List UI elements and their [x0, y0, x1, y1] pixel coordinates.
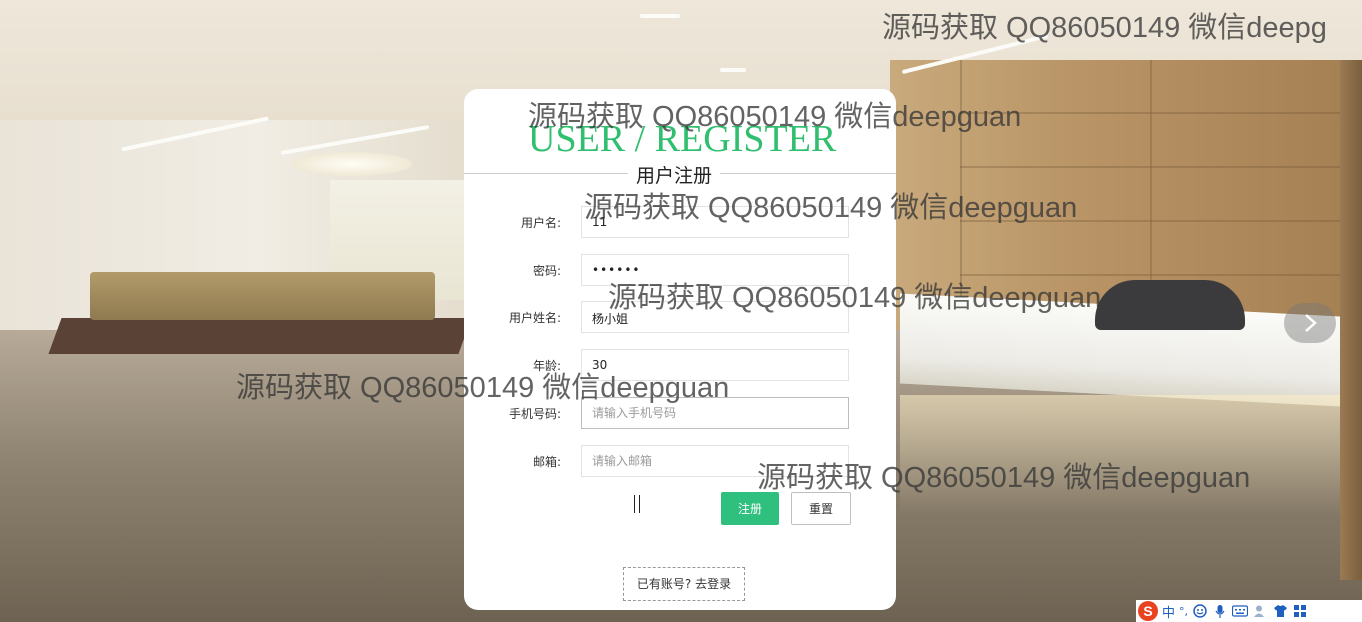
- smiley-icon[interactable]: [1192, 603, 1208, 619]
- phone-label: 手机号码:: [508, 407, 561, 421]
- age-label: 年龄:: [532, 359, 561, 373]
- ime-logo-icon[interactable]: S: [1138, 601, 1158, 621]
- grid-icon[interactable]: [1292, 603, 1308, 619]
- form-row-username: 用户名: 11: [464, 206, 896, 240]
- phone-field[interactable]: [581, 397, 849, 429]
- text-cursor-icon: [634, 495, 640, 513]
- email-field[interactable]: [581, 445, 849, 477]
- microphone-icon[interactable]: [1212, 603, 1228, 619]
- realname-label: 用户姓名:: [508, 311, 561, 325]
- phone-input[interactable]: [592, 406, 832, 420]
- page-title: 用户注册: [628, 161, 721, 188]
- register-card: USER / REGISTER 用户注册 用户名: 11 密码: •••••• …: [464, 89, 896, 610]
- form-row-realname: 用户姓名: 杨小姐: [464, 301, 896, 335]
- realname-value: 杨小姐: [592, 312, 629, 326]
- form-row-age: 年龄: 30: [464, 349, 896, 383]
- register-button[interactable]: 注册: [721, 492, 779, 525]
- user-icon[interactable]: [1252, 603, 1268, 619]
- keyboard-icon[interactable]: [1232, 603, 1249, 619]
- email-input[interactable]: [592, 454, 832, 468]
- form-row-phone: 手机号码:: [464, 397, 896, 431]
- realname-field[interactable]: 杨小姐: [581, 301, 849, 333]
- form-row-password: 密码: ••••••: [464, 254, 896, 288]
- age-value: 30: [592, 358, 608, 372]
- brand-title: USER / REGISTER: [528, 118, 837, 160]
- go-login-link[interactable]: 已有账号? 去登录: [623, 567, 745, 601]
- ime-toolbar: S 中 °,: [1136, 600, 1362, 622]
- next-arrow-icon: [1305, 314, 1317, 332]
- username-field[interactable]: 11: [581, 206, 849, 238]
- email-label: 邮箱:: [532, 455, 561, 469]
- username-value: 11: [592, 215, 608, 229]
- reset-button[interactable]: 重置: [791, 492, 851, 525]
- form-row-email: 邮箱:: [464, 445, 896, 479]
- password-value: ••••••: [592, 263, 641, 277]
- carousel-next-button[interactable]: [1284, 303, 1336, 343]
- ime-punct-toggle[interactable]: °,: [1179, 605, 1188, 618]
- password-field[interactable]: ••••••: [581, 254, 849, 286]
- username-label: 用户名:: [520, 216, 561, 230]
- shirt-icon[interactable]: [1272, 603, 1288, 619]
- age-field[interactable]: 30: [581, 349, 849, 381]
- password-label: 密码:: [532, 264, 561, 278]
- ime-mode-toggle[interactable]: 中: [1162, 602, 1175, 621]
